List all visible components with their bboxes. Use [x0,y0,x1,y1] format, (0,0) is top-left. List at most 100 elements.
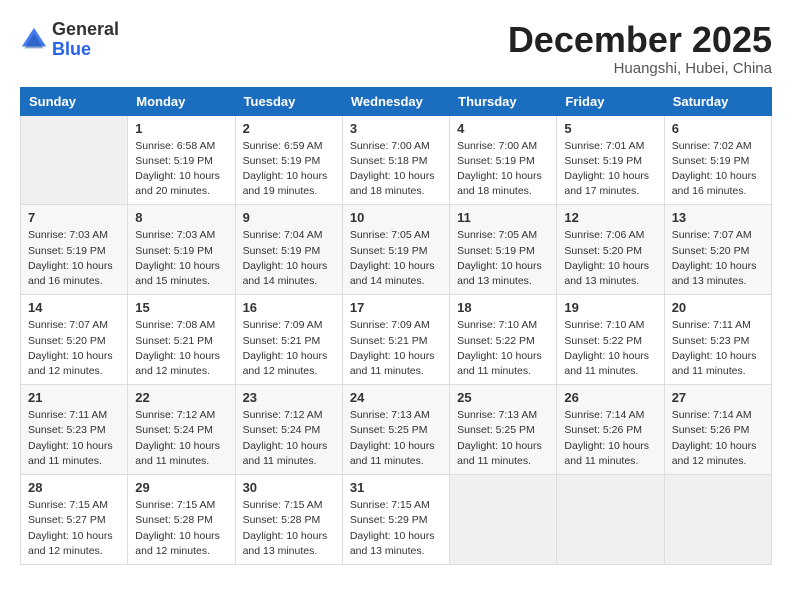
day-number: 12 [564,210,656,225]
calendar-day-cell: 4 Sunrise: 7:00 AMSunset: 5:19 PMDaylight… [450,115,557,205]
day-number: 29 [135,480,227,495]
calendar-day-cell: 21 Sunrise: 7:11 AMSunset: 5:23 PMDayligh… [21,385,128,475]
day-info: Sunrise: 7:11 AMSunset: 5:23 PMDaylight:… [28,408,120,469]
calendar-day-cell: 26Sunrise: 7:14 AMSunset: 5:26 PMDayligh… [557,385,664,475]
day-number: 16 [243,300,335,315]
day-number: 20 [672,300,764,315]
calendar-day-cell: 27 Sunrise: 7:14 AMSunset: 5:26 PMDayligh… [664,385,771,475]
calendar-day-cell: 24 Sunrise: 7:13 AMSunset: 5:25 PMDayligh… [342,385,449,475]
day-number: 7 [28,210,120,225]
day-number: 21 [28,390,120,405]
calendar-week-row: 28 Sunrise: 7:15 AMSunset: 5:27 PMDayligh… [21,475,772,565]
calendar-day-cell: 1 Sunrise: 6:58 AMSunset: 5:19 PMDaylight… [128,115,235,205]
logo: General Blue [20,20,119,60]
day-info: Sunrise: 7:03 AMSunset: 5:19 PMDaylight:… [135,228,227,289]
calendar-week-row: 7 Sunrise: 7:03 AMSunset: 5:19 PMDaylight… [21,205,772,295]
day-number: 17 [350,300,442,315]
weekday-header-wednesday: Wednesday [342,87,449,115]
calendar-day-cell: 9 Sunrise: 7:04 AMSunset: 5:19 PMDaylight… [235,205,342,295]
day-info: Sunrise: 7:15 AMSunset: 5:27 PMDaylight:… [28,498,120,559]
day-info: Sunrise: 7:05 AMSunset: 5:19 PMDaylight:… [350,228,442,289]
weekday-header-friday: Friday [557,87,664,115]
page-header: General Blue December 2025 Huangshi, Hub… [20,20,772,77]
calendar-week-row: 1 Sunrise: 6:58 AMSunset: 5:19 PMDaylight… [21,115,772,205]
day-info: Sunrise: 7:05 AMSunset: 5:19 PMDaylight:… [457,228,549,289]
calendar-day-cell: 17 Sunrise: 7:09 AMSunset: 5:21 PMDayligh… [342,295,449,385]
calendar-day-cell: 12 Sunrise: 7:06 AMSunset: 5:20 PMDayligh… [557,205,664,295]
calendar-day-cell: 14 Sunrise: 7:07 AMSunset: 5:20 PMDayligh… [21,295,128,385]
calendar-day-cell: 18 Sunrise: 7:10 AMSunset: 5:22 PMDayligh… [450,295,557,385]
day-info: Sunrise: 7:11 AMSunset: 5:23 PMDaylight:… [672,318,764,379]
calendar-day-cell: 5Sunrise: 7:01 AMSunset: 5:19 PMDaylight… [557,115,664,205]
calendar-day-cell: 29 Sunrise: 7:15 AMSunset: 5:28 PMDayligh… [128,475,235,565]
logo-blue-text: Blue [52,40,119,60]
weekday-header-tuesday: Tuesday [235,87,342,115]
calendar-day-cell: 15Sunrise: 7:08 AMSunset: 5:21 PMDayligh… [128,295,235,385]
calendar-day-cell: 10Sunrise: 7:05 AMSunset: 5:19 PMDayligh… [342,205,449,295]
calendar-week-row: 14 Sunrise: 7:07 AMSunset: 5:20 PMDayligh… [21,295,772,385]
day-info: Sunrise: 7:09 AMSunset: 5:21 PMDaylight:… [350,318,442,379]
day-number: 23 [243,390,335,405]
day-number: 1 [135,121,227,136]
calendar-day-cell: 20 Sunrise: 7:11 AMSunset: 5:23 PMDayligh… [664,295,771,385]
title-block: December 2025 Huangshi, Hubei, China [508,20,772,77]
day-info: Sunrise: 7:15 AMSunset: 5:29 PMDaylight:… [350,498,442,559]
day-number: 6 [672,121,764,136]
day-info: Sunrise: 7:07 AMSunset: 5:20 PMDaylight:… [28,318,120,379]
day-info: Sunrise: 7:03 AMSunset: 5:19 PMDaylight:… [28,228,120,289]
day-number: 28 [28,480,120,495]
day-info: Sunrise: 7:10 AMSunset: 5:22 PMDaylight:… [564,318,656,379]
calendar-empty-cell [664,475,771,565]
day-number: 30 [243,480,335,495]
day-info: Sunrise: 7:15 AMSunset: 5:28 PMDaylight:… [135,498,227,559]
day-number: 18 [457,300,549,315]
day-info: Sunrise: 7:12 AMSunset: 5:24 PMDaylight:… [243,408,335,469]
weekday-header-monday: Monday [128,87,235,115]
calendar-table: SundayMondayTuesdayWednesdayThursdayFrid… [20,87,772,565]
day-info: Sunrise: 7:02 AMSunset: 5:19 PMDaylight:… [672,139,764,200]
day-info: Sunrise: 6:58 AMSunset: 5:19 PMDaylight:… [135,139,227,200]
calendar-day-cell: 11 Sunrise: 7:05 AMSunset: 5:19 PMDayligh… [450,205,557,295]
day-info: Sunrise: 7:13 AMSunset: 5:25 PMDaylight:… [350,408,442,469]
calendar-day-cell: 22Sunrise: 7:12 AMSunset: 5:24 PMDayligh… [128,385,235,475]
day-number: 13 [672,210,764,225]
calendar-day-cell: 6 Sunrise: 7:02 AMSunset: 5:19 PMDaylight… [664,115,771,205]
day-info: Sunrise: 7:06 AMSunset: 5:20 PMDaylight:… [564,228,656,289]
logo-icon [20,26,48,54]
calendar-day-cell: 2Sunrise: 6:59 AMSunset: 5:19 PMDaylight… [235,115,342,205]
day-number: 8 [135,210,227,225]
day-number: 3 [350,121,442,136]
day-info: Sunrise: 7:00 AMSunset: 5:18 PMDaylight:… [350,139,442,200]
day-info: Sunrise: 7:04 AMSunset: 5:19 PMDaylight:… [243,228,335,289]
day-number: 27 [672,390,764,405]
weekday-header-saturday: Saturday [664,87,771,115]
calendar-day-cell: 30 Sunrise: 7:15 AMSunset: 5:28 PMDayligh… [235,475,342,565]
day-number: 15 [135,300,227,315]
calendar-week-row: 21 Sunrise: 7:11 AMSunset: 5:23 PMDayligh… [21,385,772,475]
day-info: Sunrise: 7:15 AMSunset: 5:28 PMDaylight:… [243,498,335,559]
calendar-day-cell: 3 Sunrise: 7:00 AMSunset: 5:18 PMDaylight… [342,115,449,205]
day-number: 24 [350,390,442,405]
day-number: 11 [457,210,549,225]
day-info: Sunrise: 7:07 AMSunset: 5:20 PMDaylight:… [672,228,764,289]
calendar-empty-cell [21,115,128,205]
calendar-day-cell: 7 Sunrise: 7:03 AMSunset: 5:19 PMDaylight… [21,205,128,295]
day-info: Sunrise: 7:13 AMSunset: 5:25 PMDaylight:… [457,408,549,469]
day-number: 14 [28,300,120,315]
calendar-day-cell: 8 Sunrise: 7:03 AMSunset: 5:19 PMDaylight… [128,205,235,295]
day-number: 5 [564,121,656,136]
calendar-day-cell: 31Sunrise: 7:15 AMSunset: 5:29 PMDayligh… [342,475,449,565]
day-info: Sunrise: 7:10 AMSunset: 5:22 PMDaylight:… [457,318,549,379]
day-number: 2 [243,121,335,136]
day-number: 4 [457,121,549,136]
day-info: Sunrise: 7:09 AMSunset: 5:21 PMDaylight:… [243,318,335,379]
logo-general-text: General [52,20,119,40]
day-number: 9 [243,210,335,225]
month-title: December 2025 [508,20,772,60]
day-info: Sunrise: 7:00 AMSunset: 5:19 PMDaylight:… [457,139,549,200]
calendar-header-row: SundayMondayTuesdayWednesdayThursdayFrid… [21,87,772,115]
weekday-header-sunday: Sunday [21,87,128,115]
day-info: Sunrise: 7:14 AMSunset: 5:26 PMDaylight:… [672,408,764,469]
calendar-day-cell: 25Sunrise: 7:13 AMSunset: 5:25 PMDayligh… [450,385,557,475]
calendar-day-cell: 28 Sunrise: 7:15 AMSunset: 5:27 PMDayligh… [21,475,128,565]
